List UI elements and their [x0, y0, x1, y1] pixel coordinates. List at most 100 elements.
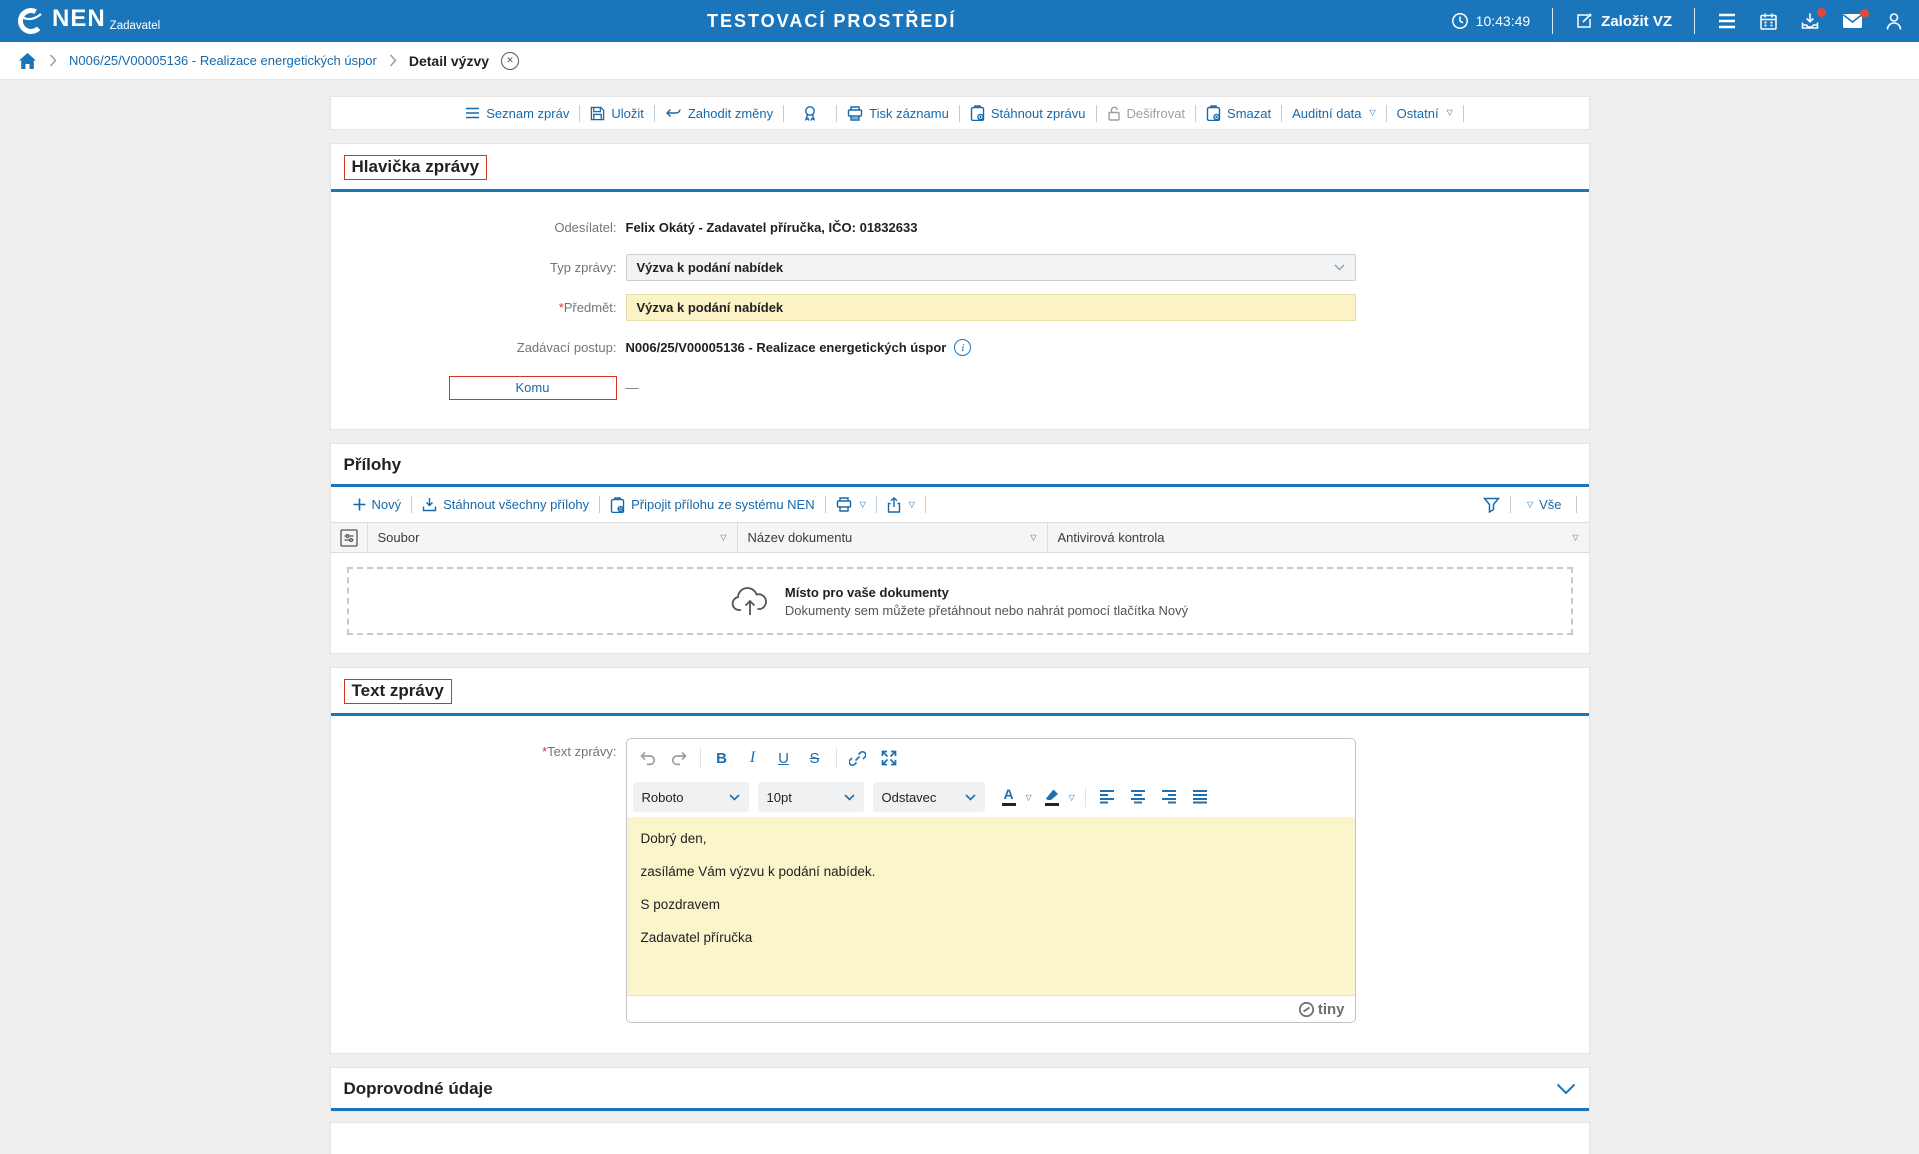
- recipient-link[interactable]: Komu: [449, 376, 617, 400]
- underline-button[interactable]: U: [769, 744, 799, 772]
- discard-changes-button[interactable]: Zahodit změny: [655, 106, 783, 121]
- filter-icon[interactable]: [1483, 497, 1500, 513]
- accompanying-data-section: Doprovodné údaje: [330, 1067, 1590, 1112]
- tinymce-brand[interactable]: tiny: [1299, 1001, 1345, 1018]
- messages-button[interactable]: [1842, 13, 1863, 29]
- menu-button[interactable]: [1717, 13, 1737, 29]
- align-justify-icon[interactable]: [1185, 783, 1215, 811]
- message-type-select[interactable]: Výzva k podání nabídek: [626, 254, 1356, 281]
- editor-toolbar-row1: B I U S: [627, 739, 1355, 777]
- print-attachments-button[interactable]: ▽: [826, 497, 876, 512]
- topbar-divider: [1694, 8, 1695, 34]
- editor-separator: [1085, 787, 1086, 807]
- message-text-label: *Text zprávy:: [331, 738, 626, 759]
- text-color-caret-icon[interactable]: ▽: [1026, 793, 1032, 802]
- subject-input[interactable]: Výzva k podání nabídek: [626, 294, 1356, 321]
- tiny-logo-icon: [1299, 1002, 1314, 1017]
- audit-data-menu[interactable]: Auditní data ▽: [1282, 106, 1386, 121]
- download-all-attachments-button[interactable]: Stáhnout všechny přílohy: [412, 497, 599, 512]
- new-attachment-button[interactable]: Nový: [343, 497, 412, 512]
- align-right-icon[interactable]: [1154, 783, 1184, 811]
- undo-icon[interactable]: [633, 744, 663, 772]
- breadcrumb-procurement-link[interactable]: N006/25/V00005136 - Realizace energetick…: [69, 53, 377, 68]
- section-header: Hlavička zprávy: [331, 144, 1589, 192]
- download-all-attachments-label: Stáhnout všechny přílohy: [443, 497, 589, 512]
- create-vz-button[interactable]: Založit VZ: [1575, 12, 1672, 30]
- align-left-icon[interactable]: [1092, 783, 1122, 811]
- save-icon: [590, 106, 605, 121]
- audit-data-label: Auditní data: [1292, 106, 1361, 121]
- redo-icon[interactable]: [664, 744, 694, 772]
- download-message-button[interactable]: Stáhnout zprávu: [960, 105, 1096, 121]
- subject-label: *Předmět:: [331, 300, 626, 315]
- nen-logo[interactable]: NEN Zadavatel: [16, 6, 160, 36]
- award-icon: [802, 105, 818, 122]
- procedure-row: Zadávací postup: N006/25/V00005136 - Rea…: [331, 334, 1589, 361]
- link-icon[interactable]: [843, 744, 873, 772]
- info-icon[interactable]: i: [954, 339, 971, 356]
- editor-content[interactable]: Dobrý den, zasíláme Vám výzvu k podání n…: [627, 817, 1355, 995]
- section-header: Přílohy: [331, 444, 1589, 487]
- export-attachments-button[interactable]: ▽: [877, 497, 925, 513]
- toolbar-separator: [1510, 496, 1511, 513]
- close-tab-icon[interactable]: ✕: [501, 52, 519, 70]
- delete-button[interactable]: Smazat: [1196, 105, 1281, 121]
- strikethrough-button[interactable]: S: [800, 744, 830, 772]
- richtext-editor: B I U S Roboto 10pt: [626, 738, 1356, 1023]
- attachments-table-header: Soubor ▽ Název dokumentu ▽ Antivirová ko…: [331, 522, 1589, 553]
- print-record-label: Tisk záznamu: [869, 106, 949, 121]
- bold-button[interactable]: B: [707, 744, 737, 772]
- message-list-label: Seznam zpráv: [486, 106, 569, 121]
- dropdown-caret-icon: ▽: [1370, 109, 1376, 117]
- clipboard-delete-icon: [1206, 105, 1221, 121]
- column-filter-icon[interactable]: ▽: [720, 534, 726, 542]
- discard-changes-label: Zahodit změny: [688, 106, 773, 121]
- column-header-soubor[interactable]: Soubor ▽: [368, 523, 738, 552]
- downloads-button[interactable]: [1800, 12, 1820, 31]
- other-menu[interactable]: Ostatní ▽: [1387, 106, 1463, 121]
- toolbar-separator: [1463, 105, 1464, 122]
- attachments-dropzone[interactable]: Místo pro vaše dokumenty Dokumenty sem m…: [347, 567, 1573, 635]
- attach-from-nen-label: Připojit přílohu ze systému NEN: [631, 497, 815, 512]
- column-header-antivirova-kontrola[interactable]: Antivirová kontrola ▽: [1048, 523, 1589, 552]
- message-list-button[interactable]: Seznam zpráv: [455, 106, 579, 121]
- fullscreen-icon[interactable]: [874, 744, 904, 772]
- section-title: Přílohy: [344, 455, 402, 475]
- section-header: Doprovodné údaje: [331, 1068, 1589, 1111]
- collapse-chevron-icon[interactable]: [1556, 1083, 1576, 1095]
- toolbar-separator: [1576, 496, 1577, 513]
- block-format-select[interactable]: Odstavec: [873, 782, 985, 812]
- decrypt-label: Dešifrovat: [1127, 106, 1186, 121]
- certificate-button[interactable]: [784, 105, 836, 122]
- home-icon[interactable]: [18, 52, 37, 70]
- save-button[interactable]: Uložit: [580, 106, 654, 121]
- text-color-button[interactable]: A: [994, 783, 1024, 811]
- column-header-nazev-dokumentu[interactable]: Název dokumentu ▽: [738, 523, 1048, 552]
- save-label: Uložit: [611, 106, 644, 121]
- breadcrumb-chevron-icon: [49, 54, 57, 67]
- section-title-highlighted: Text zprávy: [344, 679, 452, 704]
- italic-button[interactable]: I: [738, 744, 768, 772]
- filter-all-button[interactable]: ▽ Vše: [1521, 497, 1566, 512]
- filter-all-label: Vše: [1539, 497, 1561, 512]
- message-type-row: Typ zprávy: Výzva k podání nabídek: [331, 254, 1589, 281]
- user-button[interactable]: [1885, 12, 1903, 31]
- font-size-select[interactable]: 10pt: [758, 782, 864, 812]
- highlight-color-button[interactable]: [1037, 783, 1067, 811]
- clock-time: 10:43:49: [1476, 13, 1531, 29]
- align-center-icon[interactable]: [1123, 783, 1153, 811]
- clipboard-gear-icon: [610, 497, 625, 513]
- column-settings-button[interactable]: [331, 523, 368, 552]
- dropdown-caret-icon: ▽: [1447, 109, 1453, 117]
- attach-from-nen-button[interactable]: Připojit přílohu ze systému NEN: [600, 497, 825, 513]
- column-filter-icon[interactable]: ▽: [1030, 534, 1036, 542]
- brand-subtitle: Zadavatel: [110, 20, 161, 32]
- nen-logo-icon: [16, 6, 46, 36]
- new-attachment-label: Nový: [372, 497, 402, 512]
- print-record-button[interactable]: Tisk záznamu: [837, 106, 959, 121]
- highlight-color-caret-icon[interactable]: ▽: [1069, 793, 1075, 802]
- column-filter-icon[interactable]: ▽: [1572, 534, 1578, 542]
- calendar-button[interactable]: [1759, 12, 1778, 31]
- sender-value: Felix Okátý - Zadavatel příručka, IČO: 0…: [626, 220, 918, 235]
- font-family-select[interactable]: Roboto: [633, 782, 749, 812]
